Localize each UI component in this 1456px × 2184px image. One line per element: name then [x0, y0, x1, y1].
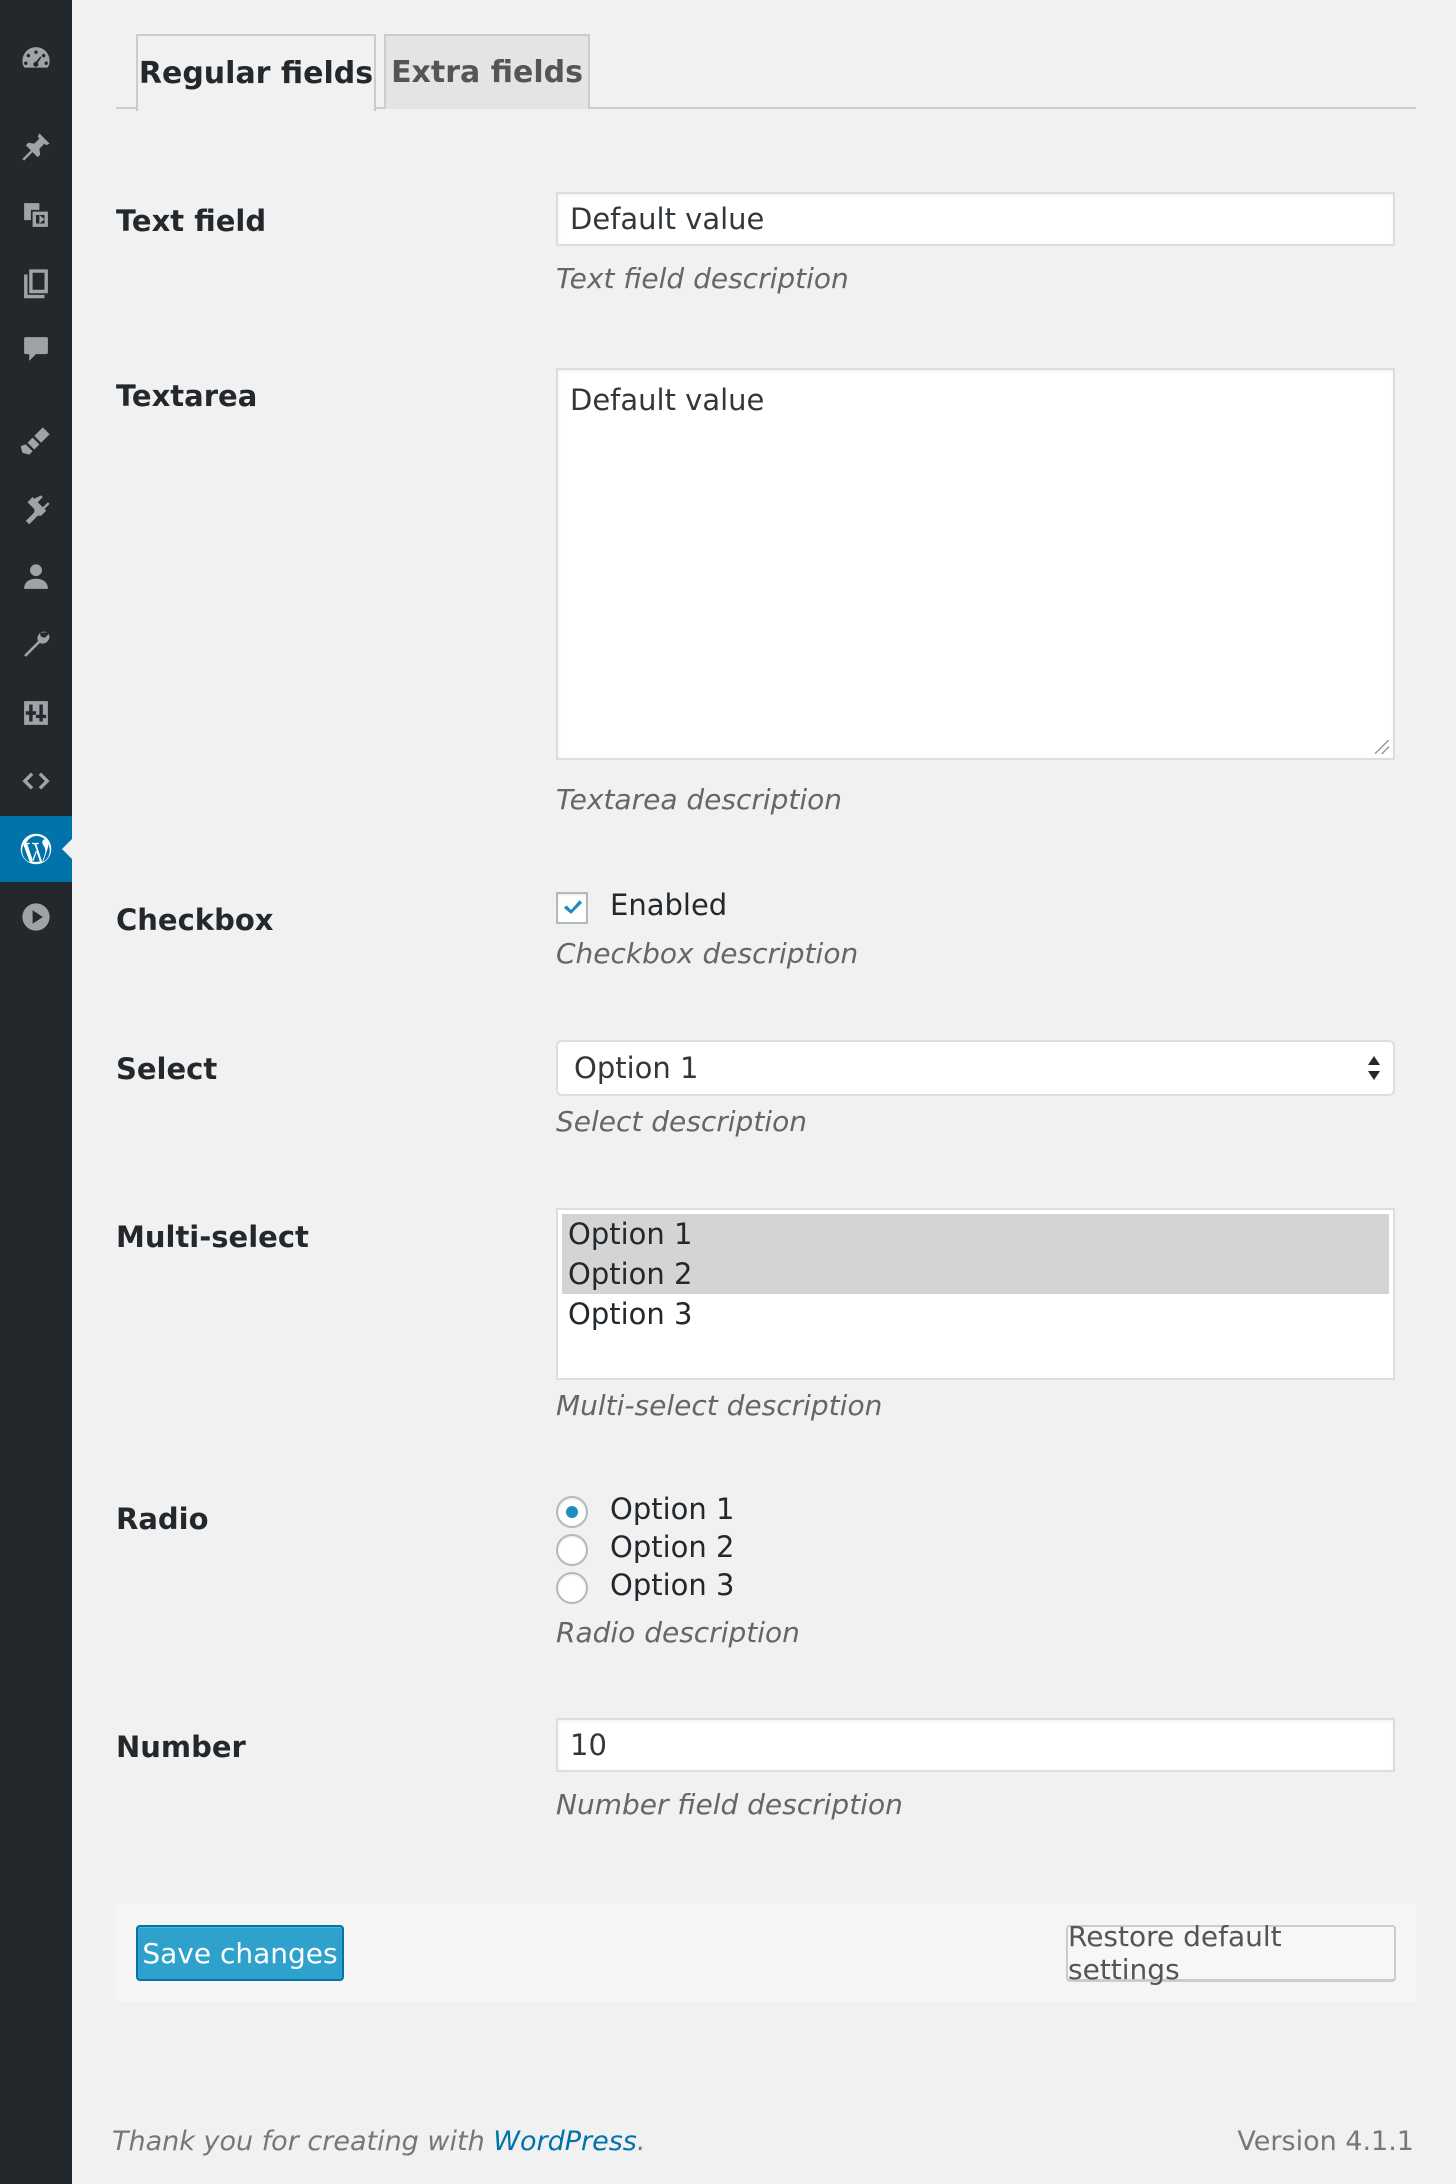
comments-icon[interactable]	[0, 318, 72, 380]
radio-button[interactable]	[556, 1534, 588, 1566]
tab-regular-fields[interactable]: Regular fields	[136, 34, 376, 111]
multiselect-list[interactable]: Option 1 Option 2 Option 3	[556, 1208, 1395, 1380]
enabled-checkbox[interactable]	[556, 892, 588, 924]
text-field-input[interactable]: Default value	[556, 192, 1395, 246]
footer-thanks: Thank you for creating with WordPress.	[112, 2126, 645, 2157]
checkbox-description: Checkbox description	[556, 937, 859, 970]
select-value: Option 1	[574, 1051, 699, 1085]
play-icon[interactable]	[0, 886, 72, 948]
media-icon[interactable]	[0, 184, 72, 246]
settings-icon[interactable]	[0, 682, 72, 744]
radio-option-label[interactable]: Option 3	[610, 1568, 734, 1602]
submit-bar: Save changes Restore default settings	[116, 1904, 1416, 2002]
tab-extra-fields[interactable]: Extra fields	[384, 34, 590, 109]
pages-icon[interactable]	[0, 252, 72, 314]
radio-option-label[interactable]: Option 1	[610, 1492, 734, 1526]
footer-thanks-suffix: .	[636, 2126, 646, 2157]
radio-option-label[interactable]: Option 2	[610, 1530, 734, 1564]
textarea-description: Textarea description	[556, 783, 843, 816]
radio-button[interactable]	[556, 1496, 588, 1528]
code-icon[interactable]	[0, 750, 72, 812]
textarea-value: Default value	[570, 383, 765, 417]
select-description: Select description	[556, 1105, 807, 1138]
admin-sidebar	[0, 0, 72, 2184]
checkbox-option-label[interactable]: Enabled	[610, 888, 727, 922]
resize-grip-icon[interactable]	[1375, 740, 1389, 754]
tools-icon[interactable]	[0, 614, 72, 676]
checkmark-icon	[563, 900, 583, 914]
multiselect-option[interactable]: Option 2	[562, 1254, 1389, 1294]
radio-label: Radio	[116, 1502, 209, 1536]
multiselect-option[interactable]: Option 3	[562, 1294, 1389, 1334]
footer-version: Version 4.1.1	[1237, 2126, 1414, 2157]
dashboard-icon[interactable]	[0, 28, 72, 90]
text-field-label: Text field	[116, 204, 267, 238]
multiselect-option[interactable]: Option 1	[562, 1214, 1389, 1254]
footer-thanks-prefix: Thank you for creating with	[112, 2126, 494, 2157]
select-arrows-icon	[1368, 1056, 1380, 1080]
wordpress-icon[interactable]	[0, 816, 72, 882]
multiselect-description: Multi-select description	[556, 1389, 883, 1422]
radio-button[interactable]	[556, 1572, 588, 1604]
textarea-label: Textarea	[116, 379, 258, 413]
checkbox-label: Checkbox	[116, 903, 274, 937]
users-icon[interactable]	[0, 546, 72, 608]
wordpress-link[interactable]: WordPress	[493, 2126, 637, 2157]
radio-description: Radio description	[556, 1616, 800, 1649]
tab-bar: Regular fields Extra fields	[116, 0, 1416, 111]
plugins-icon[interactable]	[0, 478, 72, 540]
select-label: Select	[116, 1052, 218, 1086]
pin-icon[interactable]	[0, 116, 72, 178]
textarea-input[interactable]: Default value	[556, 368, 1395, 760]
save-changes-button[interactable]: Save changes	[136, 1925, 344, 1981]
restore-defaults-button[interactable]: Restore default settings	[1066, 1920, 1396, 1986]
multiselect-label: Multi-select	[116, 1220, 309, 1254]
select-dropdown[interactable]: Option 1	[556, 1040, 1395, 1096]
number-label: Number	[116, 1730, 246, 1764]
text-field-description: Text field description	[556, 262, 849, 295]
appearance-icon[interactable]	[0, 410, 72, 472]
number-input[interactable]: 10	[556, 1718, 1395, 1772]
number-description: Number field description	[556, 1788, 903, 1821]
